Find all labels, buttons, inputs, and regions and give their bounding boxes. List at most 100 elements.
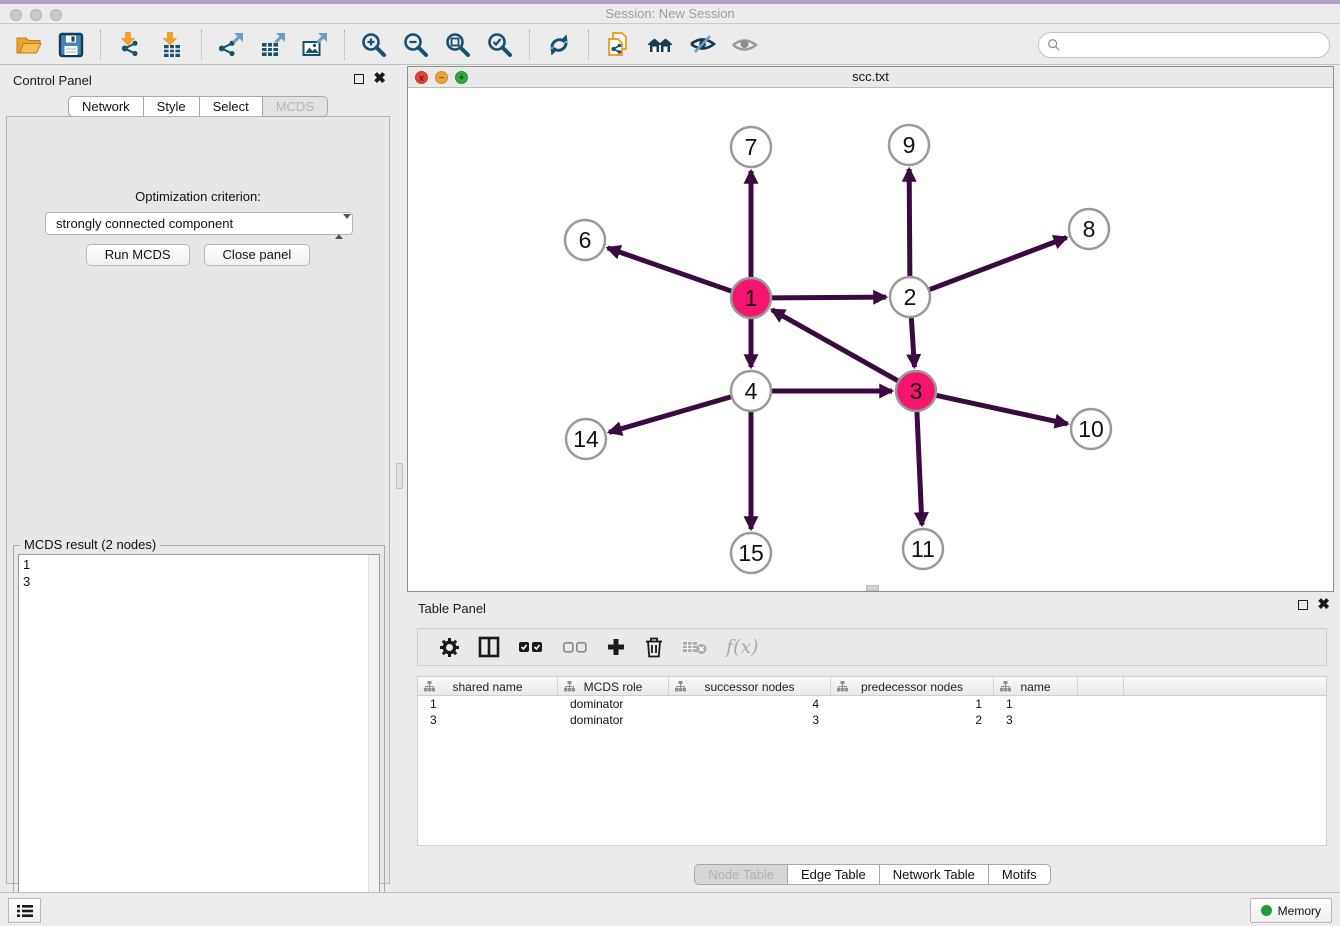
import-table-icon[interactable] xyxy=(157,30,187,60)
column-header-name[interactable]: name xyxy=(994,677,1078,696)
deselect-all-icon[interactable] xyxy=(562,635,588,659)
run-mcds-button[interactable]: Run MCDS xyxy=(86,244,190,266)
edge-1-6[interactable] xyxy=(608,248,732,291)
column-header-shared-name[interactable]: shared name xyxy=(418,677,558,696)
toolbar-separator xyxy=(344,30,345,60)
list-icon xyxy=(16,903,34,919)
close-panel-button[interactable]: Close panel xyxy=(204,244,311,266)
select-all-icon[interactable] xyxy=(518,635,544,659)
column-header-predecessor-nodes[interactable]: predecessor nodes xyxy=(831,677,994,696)
table-panel-title: Table Panel xyxy=(418,601,486,616)
float-panel-icon[interactable] xyxy=(354,74,364,84)
export-network-icon[interactable] xyxy=(216,30,246,60)
edge-2-9[interactable] xyxy=(909,169,910,276)
tab-edge-table[interactable]: Edge Table xyxy=(787,864,880,885)
zoom-out-icon[interactable] xyxy=(401,30,431,60)
table-tabs: Node TableEdge TableNetwork TableMotifs xyxy=(405,864,1340,885)
control-panel-title: Control Panel xyxy=(13,73,92,88)
fx-icon: f(x) xyxy=(726,635,759,659)
table-cell: 1 xyxy=(418,696,558,712)
node-label-8: 8 xyxy=(1083,216,1096,242)
column-label: MCDS role xyxy=(584,680,643,694)
table-cell: dominator xyxy=(558,696,669,712)
column-label: name xyxy=(1020,680,1050,694)
add-row-icon[interactable] xyxy=(606,635,626,659)
node-label-6: 6 xyxy=(579,227,592,253)
edge-3-10[interactable] xyxy=(937,395,1068,423)
import-network-icon[interactable] xyxy=(115,30,145,60)
control-panel-content: Optimization criterion: strongly connect… xyxy=(6,116,390,884)
show-eye-icon[interactable] xyxy=(729,30,759,60)
search-box[interactable] xyxy=(1038,32,1330,58)
node-table[interactable]: shared name MCDS role successor nodes prede… xyxy=(417,676,1327,846)
criterion-dropdown[interactable]: strongly connected component xyxy=(45,212,353,235)
tab-select[interactable]: Select xyxy=(199,96,263,117)
network-file-icon[interactable] xyxy=(603,30,633,60)
result-scrollbar[interactable] xyxy=(368,555,379,915)
network-canvas[interactable]: 7968124314101511 xyxy=(409,89,1334,597)
table-body: 1dominator4113dominator323 xyxy=(418,696,1326,728)
table-float-panel-icon[interactable] xyxy=(1298,600,1308,610)
toolbar-separator xyxy=(100,30,101,60)
export-image-icon[interactable] xyxy=(300,30,330,60)
table-row[interactable]: 1dominator411 xyxy=(418,696,1326,712)
network-close-icon[interactable]: x xyxy=(415,71,428,84)
column-label: shared name xyxy=(452,680,522,694)
zoom-in-icon[interactable] xyxy=(359,30,389,60)
table-cell: 1 xyxy=(994,696,1078,712)
zoom-fit-icon[interactable] xyxy=(443,30,473,60)
toolbar-separator xyxy=(588,30,589,60)
tab-network[interactable]: Network xyxy=(68,96,144,117)
edge-2-8[interactable] xyxy=(930,238,1067,290)
export-table-icon[interactable] xyxy=(258,30,288,60)
result-line: 3 xyxy=(23,573,379,590)
tab-motifs[interactable]: Motifs xyxy=(988,864,1051,885)
search-input[interactable] xyxy=(1061,37,1329,52)
table-close-panel-icon[interactable]: ✖ xyxy=(1317,600,1330,610)
zoom-selected-icon[interactable] xyxy=(485,30,515,60)
edge-3-11[interactable] xyxy=(917,412,922,525)
delete-table-icon xyxy=(682,635,708,659)
network-maximize-icon[interactable]: + xyxy=(455,71,468,84)
refresh-icon[interactable] xyxy=(544,30,574,60)
panel-splitter-handle[interactable] xyxy=(396,463,403,489)
network-window-titlebar[interactable]: x − + scc.txt xyxy=(408,67,1333,88)
node-label-3: 3 xyxy=(910,378,923,404)
toolbar-separator xyxy=(529,30,530,60)
column-header-MCDS-role[interactable]: MCDS role xyxy=(558,677,669,696)
node-label-4: 4 xyxy=(745,378,758,404)
mcds-result-text[interactable]: 13 xyxy=(18,554,380,916)
node-label-15: 15 xyxy=(738,540,764,566)
window-accent-strip xyxy=(0,0,1340,4)
memory-button[interactable]: Memory xyxy=(1250,898,1332,923)
edge-2-3[interactable] xyxy=(911,318,914,367)
gear-icon[interactable] xyxy=(439,635,460,659)
close-panel-icon[interactable]: ✖ xyxy=(373,74,386,84)
edge-1-2[interactable] xyxy=(772,297,886,298)
column-label: predecessor nodes xyxy=(861,680,963,694)
criterion-value: strongly connected component xyxy=(56,216,233,231)
node-label-10: 10 xyxy=(1078,416,1104,442)
network-minimize-icon[interactable]: − xyxy=(435,71,448,84)
column-header-successor-nodes[interactable]: successor nodes xyxy=(669,677,831,696)
tab-style[interactable]: Style xyxy=(143,96,200,117)
columns-icon[interactable] xyxy=(478,635,500,659)
table-cell: 3 xyxy=(418,712,558,728)
tab-network-table[interactable]: Network Table xyxy=(879,864,989,885)
task-history-button[interactable] xyxy=(8,898,41,923)
edge-3-1[interactable] xyxy=(772,310,898,381)
network-hscroll-thumb[interactable] xyxy=(866,585,879,591)
mcds-result-groupbox: MCDS result (2 nodes) 13 xyxy=(13,545,385,921)
node-label-9: 9 xyxy=(903,132,916,158)
open-folder-icon[interactable] xyxy=(14,30,44,60)
home-icon[interactable] xyxy=(645,30,675,60)
trash-icon[interactable] xyxy=(644,635,664,659)
save-icon[interactable] xyxy=(56,30,86,60)
edge-4-14[interactable] xyxy=(609,397,731,432)
tab-mcds[interactable]: MCDS xyxy=(262,96,328,117)
hide-eye-icon[interactable] xyxy=(687,30,717,60)
tab-node-table[interactable]: Node Table xyxy=(694,864,788,885)
table-row[interactable]: 3dominator323 xyxy=(418,712,1326,728)
table-cell: 1 xyxy=(831,696,994,712)
toolbar-icon-group xyxy=(8,30,765,60)
